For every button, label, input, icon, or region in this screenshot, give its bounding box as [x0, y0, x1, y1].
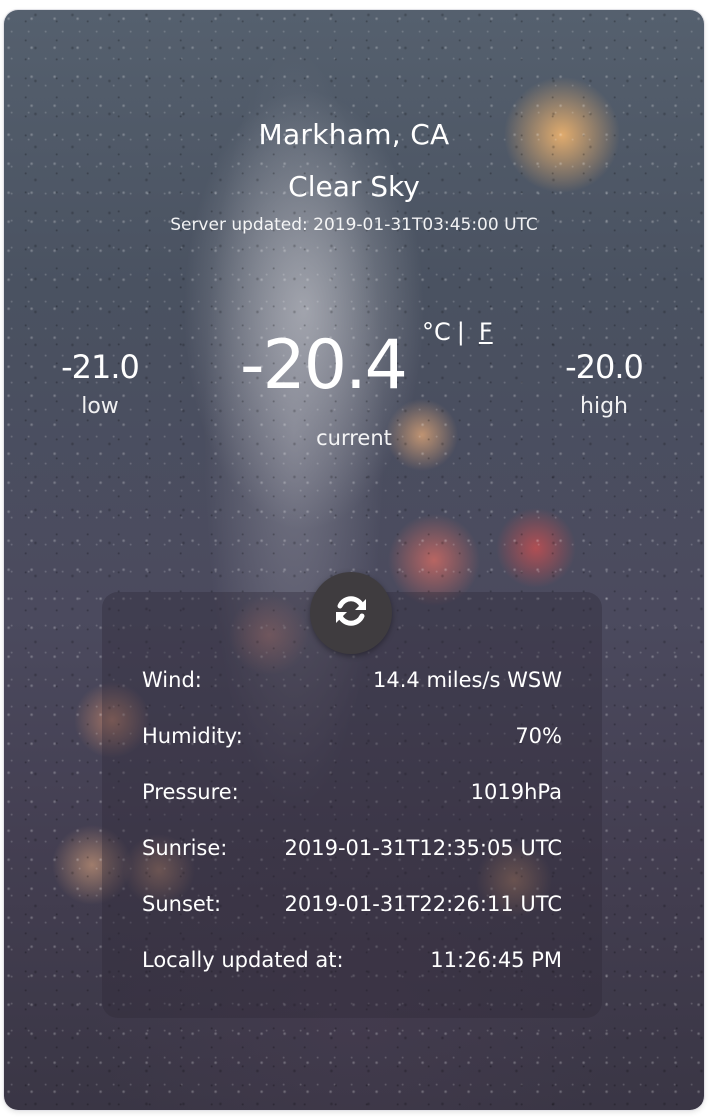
- low-temperature-label: low: [81, 394, 119, 419]
- detail-label: Sunset:: [142, 892, 222, 916]
- refresh-button[interactable]: [310, 572, 392, 654]
- detail-label: Wind:: [142, 668, 202, 692]
- current-temperature-label: current: [316, 426, 392, 450]
- city-name: Markham, CA: [258, 118, 450, 151]
- detail-row-wind: Wind: 14.4 miles/s WSW: [142, 665, 562, 695]
- high-temperature-label: high: [580, 394, 628, 419]
- weather-card: Markham, CA Clear Sky Server updated: 20…: [4, 10, 704, 1110]
- detail-label: Humidity:: [142, 724, 243, 748]
- current-temperature-value: -20.4: [240, 326, 408, 405]
- detail-value: 70%: [515, 724, 562, 748]
- detail-value: 14.4 miles/s WSW: [373, 668, 562, 692]
- detail-value: 11:26:45 PM: [430, 948, 562, 972]
- unit-fahrenheit-link[interactable]: F: [479, 318, 493, 346]
- unit-toggle: °C | F: [422, 318, 493, 346]
- detail-row-sunrise: Sunrise: 2019-01-31T12:35:05 UTC: [142, 833, 562, 863]
- high-temperature: -20.0 high: [534, 348, 674, 419]
- refresh-icon: [329, 589, 373, 637]
- detail-label: Locally updated at:: [142, 948, 344, 972]
- detail-label: Sunrise:: [142, 836, 228, 860]
- weather-condition: Clear Sky: [288, 170, 420, 203]
- unit-separator: |: [456, 318, 465, 346]
- detail-value: 1019hPa: [470, 780, 562, 804]
- detail-row-pressure: Pressure: 1019hPa: [142, 777, 562, 807]
- detail-row-local-updated: Locally updated at: 11:26:45 PM: [142, 945, 562, 975]
- server-updated-text: Server updated: 2019-01-31T03:45:00 UTC: [170, 215, 538, 235]
- unit-celsius[interactable]: °C: [422, 318, 451, 346]
- high-temperature-value: -20.0: [565, 348, 644, 386]
- low-temperature-value: -21.0: [61, 348, 140, 386]
- detail-label: Pressure:: [142, 780, 239, 804]
- low-temperature: -21.0 low: [30, 348, 170, 419]
- detail-value: 2019-01-31T12:35:05 UTC: [284, 836, 563, 860]
- detail-row-sunset: Sunset: 2019-01-31T22:26:11 UTC: [142, 889, 562, 919]
- detail-row-humidity: Humidity: 70%: [142, 721, 562, 751]
- detail-value: 2019-01-31T22:26:11 UTC: [284, 892, 563, 916]
